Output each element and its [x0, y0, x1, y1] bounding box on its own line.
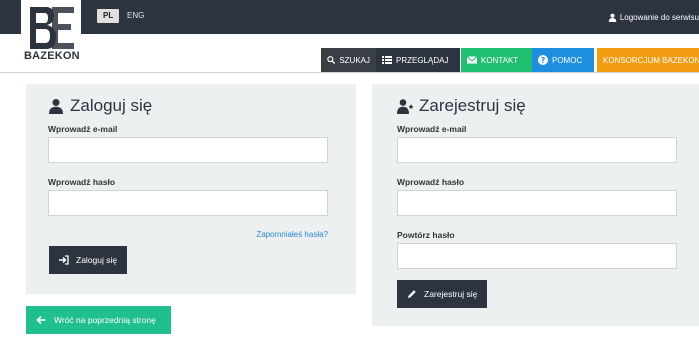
sign-in-icon: [59, 255, 69, 265]
nav-search[interactable]: SZUKAJ: [321, 48, 376, 72]
nav-search-label: SZUKAJ: [339, 55, 370, 65]
forgot-password-link[interactable]: Zapomniałeś hasła?: [256, 230, 328, 239]
register-password-label: Wprowadź hasło: [397, 177, 465, 187]
lang-eng-button[interactable]: ENG: [127, 9, 144, 23]
register-button[interactable]: Zarejestruj się: [397, 280, 488, 308]
user-plus-icon: [397, 99, 413, 114]
back-button[interactable]: Wróć na poprzednią stronę: [26, 306, 171, 334]
envelope-icon: [467, 56, 477, 64]
login-button-label: Zaloguj się: [76, 255, 118, 265]
lang-pl-button[interactable]: PL: [97, 9, 120, 23]
login-title: Zaloguj się: [48, 96, 152, 116]
back-button-label: Wróć na poprzednią stronę: [54, 315, 156, 325]
login-link-label: Logowanie do serwisu: [619, 13, 699, 22]
search-icon: [327, 56, 336, 65]
list-icon: [382, 56, 392, 64]
nav-consortium-label: KONSORCJUM BAZEKON: [603, 55, 699, 65]
register-password-input[interactable]: [397, 190, 677, 216]
login-password-label: Wprowadź hasło: [48, 177, 116, 187]
register-email-input[interactable]: [397, 137, 677, 163]
logo-text: BAZEKON: [24, 50, 80, 62]
svg-text:?: ?: [541, 56, 546, 65]
pencil-icon: [408, 290, 416, 298]
nav-help-label: POMOC: [552, 55, 583, 65]
login-password-input[interactable]: [48, 190, 328, 216]
logo-mark-icon: [30, 7, 74, 49]
login-email-input[interactable]: [48, 137, 328, 163]
register-repeat-label: Powtórz hasło: [397, 230, 455, 240]
user-icon: [608, 13, 617, 22]
nav-consortium[interactable]: KONSORCJUM BAZEKON: [597, 48, 699, 72]
register-repeat-input[interactable]: [397, 243, 677, 269]
header-divider: [0, 72, 699, 73]
register-button-label: Zarejestruj się: [424, 289, 478, 299]
login-title-text: Zaloguj się: [70, 96, 153, 115]
login-panel: Zaloguj się Wprowadź e-mail Wprowadź has…: [26, 84, 356, 294]
register-panel: Zarejestruj się Wprowadź e-mail Wprowadź…: [372, 84, 699, 326]
nav-browse[interactable]: PRZEGLĄDAJ: [376, 48, 460, 72]
nav-contact[interactable]: KONTAKT: [461, 48, 532, 72]
login-link[interactable]: Logowanie do serwisu: [608, 13, 699, 22]
nav-browse-label: PRZEGLĄDAJ: [396, 55, 449, 65]
login-button[interactable]: Zaloguj się: [49, 246, 128, 274]
register-title-text: Zarejestruj się: [419, 96, 526, 115]
arrow-left-icon: [36, 315, 46, 325]
question-circle-icon: ?: [538, 55, 548, 65]
register-email-label: Wprowadź e-mail: [397, 124, 467, 134]
nav-contact-label: KONTAKT: [481, 55, 519, 65]
user-icon: [49, 99, 63, 114]
register-title: Zarejestruj się: [397, 96, 526, 116]
top-bar: PL ENG Logowanie do serwisu: [0, 0, 699, 34]
logo[interactable]: BAZEKON: [21, 0, 81, 70]
nav-help[interactable]: ? POMOC: [532, 48, 594, 72]
login-email-label: Wprowadź e-mail: [48, 124, 118, 134]
